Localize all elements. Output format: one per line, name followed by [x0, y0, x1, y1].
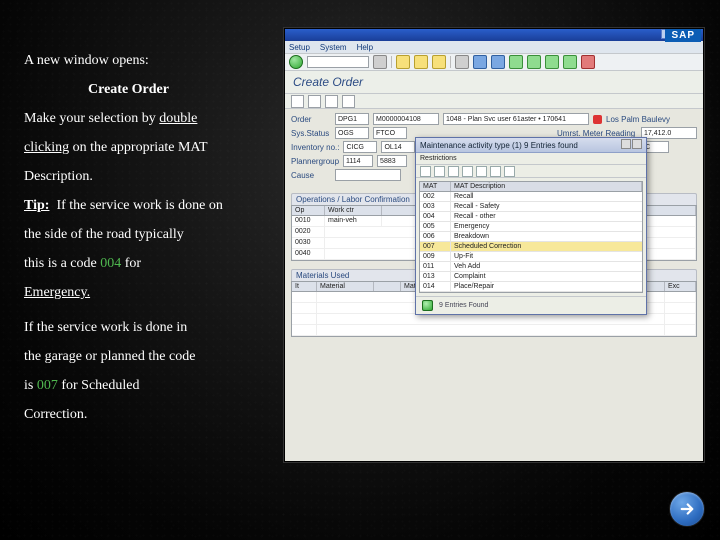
- flag-icon: [593, 115, 602, 124]
- popup-btn[interactable]: [434, 166, 445, 177]
- app-btn-4[interactable]: [342, 95, 355, 108]
- popup-btn[interactable]: [420, 166, 431, 177]
- app-toolbar[interactable]: [285, 94, 703, 109]
- popup-footer: 9 Entries Found: [416, 296, 646, 314]
- order-no-input[interactable]: M0000004108: [373, 113, 439, 125]
- menu-help: Help: [357, 43, 373, 52]
- popup-titlebar: Maintenance activity type (1) 9 Entries …: [416, 138, 646, 153]
- popup-btn[interactable]: [490, 166, 501, 177]
- save-icon[interactable]: [373, 55, 387, 69]
- popup-toolbar[interactable]: [416, 165, 646, 178]
- table-row[interactable]: [292, 325, 696, 336]
- mat-row-013[interactable]: 013Complaint: [420, 272, 642, 282]
- first-page-icon[interactable]: [509, 55, 523, 69]
- page-heading: Create Order: [285, 71, 703, 94]
- mat-row-004[interactable]: 004Recall - other: [420, 212, 642, 222]
- enter-icon[interactable]: [289, 55, 303, 69]
- find-icon[interactable]: [473, 55, 487, 69]
- mat-row-011[interactable]: 011Veh Add: [420, 262, 642, 272]
- menu-setup: Setup: [289, 43, 310, 52]
- popup-btn[interactable]: [476, 166, 487, 177]
- table-row[interactable]: [292, 314, 696, 325]
- mat-row-009[interactable]: 009Up-Fit: [420, 252, 642, 262]
- next-slide-button[interactable]: [670, 492, 704, 526]
- app-btn-3[interactable]: [325, 95, 338, 108]
- order-desc-input[interactable]: 1048 - Plan Svc user 61aster • 170641: [443, 113, 589, 125]
- find-next-icon[interactable]: [491, 55, 505, 69]
- arrow-right-icon: [678, 500, 696, 518]
- popup-btn[interactable]: [462, 166, 473, 177]
- exit-icon[interactable]: [414, 55, 428, 69]
- window-title-text: Create Order: [88, 79, 284, 100]
- tip-label: Tip:: [24, 198, 49, 213]
- popup-tab[interactable]: Restrictions: [416, 153, 646, 165]
- order-type-input[interactable]: DPG1: [335, 113, 369, 125]
- next-page-icon[interactable]: [545, 55, 559, 69]
- mat-row-002[interactable]: 002Recall: [420, 192, 642, 202]
- instruction-text: A new window opens: Create Order Make yo…: [24, 50, 284, 433]
- prev-page-icon[interactable]: [527, 55, 541, 69]
- mat-row-003[interactable]: 003Recall - Safety: [420, 202, 642, 212]
- menu-system: System: [320, 43, 347, 52]
- mat-row-007[interactable]: 007Scheduled Correction: [420, 242, 642, 252]
- sap-logo: SAP: [665, 29, 701, 42]
- sap-window: SAP Setup System Help Create Order: [284, 28, 704, 462]
- toolbar[interactable]: [285, 53, 703, 71]
- popup-window-controls[interactable]: [620, 139, 642, 151]
- titlebar: [285, 29, 703, 41]
- popup-btn[interactable]: [448, 166, 459, 177]
- mat-row-005[interactable]: 005Emergency: [420, 222, 642, 232]
- popup-grid: MATMAT Description 002Recall003Recall - …: [419, 181, 643, 293]
- app-btn-1[interactable]: [291, 95, 304, 108]
- last-page-icon[interactable]: [563, 55, 577, 69]
- popup-btn[interactable]: [504, 166, 515, 177]
- check-icon[interactable]: [422, 300, 433, 311]
- mat-type-popup: Maintenance activity type (1) 9 Entries …: [415, 137, 647, 315]
- print-icon[interactable]: [455, 55, 469, 69]
- back-icon[interactable]: [396, 55, 410, 69]
- cancel-icon[interactable]: [432, 55, 446, 69]
- command-field[interactable]: [307, 56, 369, 68]
- menu-bar[interactable]: Setup System Help: [285, 41, 703, 53]
- mat-row-014[interactable]: 014Place/Repair: [420, 282, 642, 292]
- mat-row-006[interactable]: 006Breakdown: [420, 232, 642, 242]
- app-btn-2[interactable]: [308, 95, 321, 108]
- cancel2-icon[interactable]: [581, 55, 595, 69]
